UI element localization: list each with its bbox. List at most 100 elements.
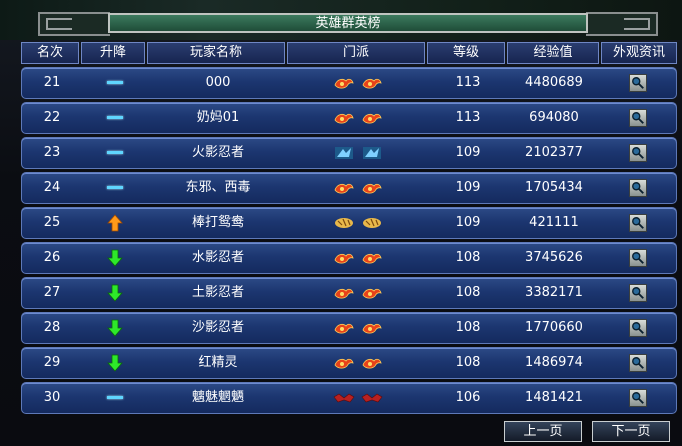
change-cell <box>82 103 148 133</box>
table-row[interactable]: 28 沙影忍者 108 1770660 <box>21 312 677 344</box>
appearance-cell <box>600 278 676 308</box>
magnifier-icon[interactable] <box>629 248 647 267</box>
header-level: 等级 <box>427 42 505 64</box>
sect-fire-icon <box>362 358 382 369</box>
table-row[interactable]: 26 水影忍者 108 3745626 <box>21 242 677 274</box>
table-row[interactable]: 29 红精灵 108 1486974 <box>21 347 677 379</box>
change-cell <box>82 173 148 203</box>
magnifier-icon[interactable] <box>629 353 647 372</box>
sect-cell <box>288 138 428 168</box>
rank-cell: 30 <box>43 390 61 405</box>
sect-tiger-icon <box>335 217 353 228</box>
exp-cell: 1770660 <box>525 320 583 335</box>
change-cell <box>82 68 148 98</box>
sect-fire-icon <box>334 288 354 299</box>
rank-cell: 25 <box>43 215 61 230</box>
exp-cell: 4480689 <box>525 75 583 90</box>
player-name-cell: 棒打鸳鸯 <box>191 215 244 230</box>
table-row[interactable]: 30 魑魅魍魉 106 1481421 <box>21 382 677 414</box>
rank-cell: 21 <box>43 75 61 90</box>
level-cell: 108 <box>455 285 481 300</box>
level-cell: 108 <box>455 320 481 335</box>
magnifier-icon[interactable] <box>629 143 647 162</box>
rank-down-icon <box>107 284 123 302</box>
exp-cell: 694080 <box>529 110 579 125</box>
magnifier-icon[interactable] <box>629 388 647 407</box>
appearance-cell <box>600 68 676 98</box>
change-cell <box>82 278 148 308</box>
magnifier-icon[interactable] <box>629 318 647 337</box>
level-cell: 109 <box>455 215 481 230</box>
level-cell: 109 <box>455 180 481 195</box>
sect-cell <box>288 243 428 273</box>
exp-cell: 3745626 <box>525 250 583 265</box>
appearance-cell <box>600 208 676 238</box>
player-name-cell: 沙影忍者 <box>191 320 244 335</box>
player-name-cell: 东邪、西毒 <box>185 180 251 195</box>
appearance-cell <box>600 103 676 133</box>
sect-bat-icon <box>361 393 383 402</box>
sect-cell <box>288 208 428 238</box>
exp-cell: 1481421 <box>525 390 583 405</box>
appearance-cell <box>600 243 676 273</box>
header-sect: 门派 <box>287 42 425 64</box>
sect-cell <box>288 313 428 343</box>
player-name-cell: 火影忍者 <box>191 145 244 160</box>
level-cell: 106 <box>455 390 481 405</box>
sect-fire-icon <box>334 323 354 334</box>
sect-cell <box>288 278 428 308</box>
sect-cell <box>288 68 428 98</box>
player-name-cell: 魑魅魍魉 <box>191 390 244 405</box>
exp-cell: 1486974 <box>525 355 583 370</box>
appearance-cell <box>600 138 676 168</box>
sect-cell <box>288 348 428 378</box>
title-frame: 英雄群英榜 <box>38 12 658 36</box>
title-ornament-left <box>38 12 110 36</box>
level-cell: 108 <box>455 355 481 370</box>
rank-unchanged-icon <box>107 151 123 154</box>
player-name-cell: 土影忍者 <box>191 285 244 300</box>
change-cell <box>82 243 148 273</box>
rank-cell: 29 <box>43 355 61 370</box>
rank-unchanged-icon <box>107 81 123 84</box>
magnifier-icon[interactable] <box>629 283 647 302</box>
level-cell: 109 <box>455 145 481 160</box>
magnifier-icon[interactable] <box>629 178 647 197</box>
table-row[interactable]: 22 奶妈01 113 694080 <box>21 102 677 134</box>
table-row[interactable]: 25 棒打鸳鸯 109 421111 <box>21 207 677 239</box>
sect-cell <box>288 383 428 413</box>
sect-ice-icon <box>335 146 353 159</box>
table-row[interactable]: 24 东邪、西毒 109 1705434 <box>21 172 677 204</box>
prev-page-button[interactable]: 上一页 <box>504 421 582 442</box>
rank-cell: 27 <box>43 285 61 300</box>
table-row[interactable]: 27 土影忍者 108 3382171 <box>21 277 677 309</box>
change-cell <box>82 208 148 238</box>
magnifier-icon[interactable] <box>629 73 647 92</box>
magnifier-icon[interactable] <box>629 213 647 232</box>
change-cell <box>82 348 148 378</box>
level-cell: 108 <box>455 250 481 265</box>
sect-fire-icon <box>334 358 354 369</box>
table-row[interactable]: 23 火影忍者 109 2102377 <box>21 137 677 169</box>
change-cell <box>82 383 148 413</box>
next-page-button[interactable]: 下一页 <box>592 421 670 442</box>
rank-cell: 26 <box>43 250 61 265</box>
exp-cell: 421111 <box>529 215 579 230</box>
rank-cell: 28 <box>43 320 61 335</box>
sect-tiger-icon <box>363 217 381 228</box>
sect-fire-icon <box>362 183 382 194</box>
player-name-cell: 水影忍者 <box>191 250 244 265</box>
player-name-cell: 红精灵 <box>198 355 238 370</box>
player-name-cell: 奶妈01 <box>196 110 240 125</box>
rank-down-icon <box>107 319 123 337</box>
sect-fire-icon <box>334 78 354 89</box>
sect-ice-icon <box>363 146 381 159</box>
rank-cell: 24 <box>43 180 61 195</box>
sect-fire-icon <box>334 183 354 194</box>
sect-fire-icon <box>362 113 382 124</box>
table-row[interactable]: 21 000 113 4480689 <box>21 67 677 99</box>
level-cell: 113 <box>455 110 481 125</box>
header-player-name: 玩家名称 <box>147 42 285 64</box>
sect-fire-icon <box>362 323 382 334</box>
magnifier-icon[interactable] <box>629 108 647 127</box>
